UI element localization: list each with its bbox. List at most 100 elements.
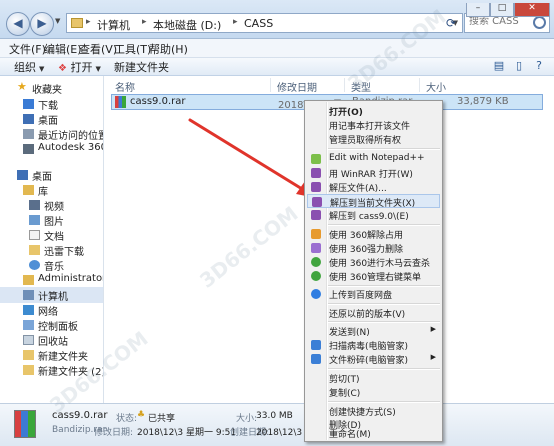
view-options-icon[interactable]: ▤: [492, 59, 506, 72]
sidebar-item-recent[interactable]: 最近访问的位置: [0, 126, 103, 142]
close-button[interactable]: ✕: [514, 3, 550, 17]
sidebar-item-new-folder[interactable]: 新建文件夹: [0, 347, 103, 363]
refresh-icon[interactable]: ⟳: [440, 13, 462, 33]
menu-view[interactable]: 查看(V): [79, 41, 117, 57]
360-icon: [311, 271, 321, 281]
ctx-cut[interactable]: 剪切(T): [307, 371, 440, 385]
ctx-open-notepad[interactable]: 用记事本打开该文件: [307, 118, 440, 132]
ctx-label: 扫描病毒(电脑管家): [329, 342, 409, 352]
navigation-pane: ★ 收藏夹 下载 桌面 最近访问的位置 Autodesk 360 桌面 库 视频 …: [0, 76, 104, 403]
sidebar-item-favorites[interactable]: ★ 收藏夹: [0, 80, 103, 96]
ctx-send-to[interactable]: 发送到(N) ▶: [307, 324, 440, 338]
ctx-label: 用记事本打开该文件: [329, 122, 411, 132]
column-header-type[interactable]: 类型: [351, 79, 371, 94]
column-header-date[interactable]: 修改日期: [277, 79, 317, 94]
sidebar-item-computer[interactable]: 计算机: [0, 287, 103, 303]
column-header-name[interactable]: 名称: [115, 79, 135, 94]
ctx-360-delete[interactable]: 使用 360强力删除: [307, 241, 440, 255]
sidebar-item-downloads[interactable]: 下载: [0, 96, 103, 112]
ctx-notepad-plus[interactable]: Edit with Notepad++: [307, 152, 440, 166]
sidebar-item-admin[interactable]: Administrator: [0, 272, 103, 288]
chevron-right-icon[interactable]: ▸: [233, 17, 238, 27]
recent-places-icon: [23, 129, 34, 139]
sidebar-item-desktop[interactable]: 桌面: [0, 167, 103, 183]
ctx-restore-versions[interactable]: 还原以前的版本(V): [307, 306, 440, 320]
ctx-baidu-upload[interactable]: 上传到百度网盘: [307, 287, 440, 301]
bandizip-icon: ❖: [58, 63, 67, 74]
ctx-virus-scan[interactable]: 扫描病毒(电脑管家): [307, 338, 440, 352]
sidebar-label: 视频: [44, 202, 64, 213]
recent-pages-dropdown-icon[interactable]: ▼: [55, 17, 60, 25]
ctx-file-shred[interactable]: 文件粉碎(电脑管家) ▶: [307, 352, 440, 366]
sidebar-item-network[interactable]: 网络: [0, 302, 103, 318]
menu-file[interactable]: 文件(F): [9, 41, 46, 57]
minimize-button[interactable]: –: [466, 3, 490, 17]
sidebar-item-desktop-fav[interactable]: 桌面: [0, 111, 103, 127]
winrar-icon: [311, 182, 321, 192]
menu-help[interactable]: 帮助(H): [149, 41, 188, 57]
ctx-copy[interactable]: 复制(C): [307, 385, 440, 399]
address-bar[interactable]: ▸ 计算机 ▸ 本地磁盘 (D:) ▸ CASS ▼: [66, 13, 463, 33]
ctx-extract-files[interactable]: 解压文件(A)...: [307, 180, 440, 194]
open-button[interactable]: ❖ 打开 ▼: [58, 59, 101, 75]
search-icon[interactable]: [533, 16, 546, 29]
menu-tools[interactable]: 工具(T): [114, 41, 151, 57]
sidebar-label: 网络: [38, 307, 58, 318]
star-icon: ★: [17, 80, 27, 93]
column-divider[interactable]: [419, 78, 420, 92]
ctx-360-menu-manage[interactable]: 使用 360管理右键菜单: [307, 269, 440, 283]
menu-edit[interactable]: 编辑(E): [44, 41, 82, 57]
sidebar-label: 音乐: [44, 262, 64, 273]
chevron-right-icon[interactable]: ▸: [142, 17, 147, 27]
back-button[interactable]: ◀: [6, 12, 30, 36]
breadcrumb-computer[interactable]: 计算机: [97, 17, 130, 33]
shield-icon: [311, 354, 321, 364]
new-folder-button[interactable]: 新建文件夹: [114, 59, 169, 75]
ctx-extract-here[interactable]: 解压到当前文件夹(X): [307, 194, 440, 209]
ctx-take-ownership[interactable]: 管理员取得所有权: [307, 132, 440, 146]
breadcrumb-cass[interactable]: CASS: [244, 17, 273, 30]
ctx-label: 解压到 cass9.0\(E): [329, 212, 409, 222]
sidebar-item-music[interactable]: 音乐: [0, 257, 103, 273]
menu-separator: [328, 148, 440, 150]
ctx-winrar-open[interactable]: 用 WinRAR 打开(W): [307, 166, 440, 180]
ctx-rename[interactable]: 重命名(M): [307, 427, 440, 440]
sidebar-item-autodesk[interactable]: Autodesk 360: [0, 141, 103, 157]
ctx-label: Edit with Notepad++: [329, 153, 425, 163]
sidebar-item-library[interactable]: 库: [0, 182, 103, 198]
sidebar-item-control-panel[interactable]: 控制面板: [0, 317, 103, 333]
preview-pane-icon[interactable]: ▯: [512, 59, 526, 72]
ctx-create-shortcut[interactable]: 创建快捷方式(S): [307, 404, 440, 418]
notepad-plus-icon: [311, 154, 321, 164]
sidebar-item-new-folder-2[interactable]: 新建文件夹 (2): [0, 362, 103, 378]
sidebar-item-videos[interactable]: 视频: [0, 197, 103, 213]
ctx-360-unlock[interactable]: 使用 360解除占用: [307, 227, 440, 241]
menu-separator: [328, 224, 440, 226]
details-size-value: 33.0 MB: [256, 411, 293, 421]
column-header-size[interactable]: 大小: [426, 79, 446, 94]
chevron-down-icon: ▼: [39, 65, 45, 73]
winrar-icon: [312, 197, 322, 207]
sidebar-item-documents[interactable]: 文档: [0, 227, 103, 243]
help-icon[interactable]: ?: [532, 59, 546, 72]
column-divider[interactable]: [270, 78, 271, 92]
sidebar-label: Administrator: [38, 273, 104, 284]
sidebar-item-pictures[interactable]: 图片: [0, 212, 103, 228]
ctx-extract-to-folder[interactable]: 解压到 cass9.0\(E): [307, 208, 440, 222]
column-divider[interactable]: [344, 78, 345, 92]
submenu-arrow-icon: ▶: [430, 353, 436, 361]
ctx-360-scan[interactable]: 使用 360进行木马云查杀: [307, 255, 440, 269]
maximize-button[interactable]: □: [490, 3, 514, 17]
organize-button[interactable]: 组织 ▼: [14, 59, 44, 75]
sidebar-item-recycle[interactable]: 回收站: [0, 332, 103, 348]
search-input[interactable]: [469, 16, 531, 27]
ctx-label: 用 WinRAR 打开(W): [329, 170, 413, 180]
breadcrumb-drive-d[interactable]: 本地磁盘 (D:): [153, 17, 221, 33]
ctx-open[interactable]: 打开(O): [307, 104, 440, 118]
chevron-right-icon[interactable]: ▸: [86, 17, 91, 27]
sidebar-item-thunder[interactable]: 迅雷下载: [0, 242, 103, 258]
forward-button[interactable]: ▶: [30, 12, 54, 36]
documents-icon: [29, 230, 40, 240]
menu-separator: [328, 368, 440, 370]
ctx-label: 上传到百度网盘: [329, 291, 393, 301]
